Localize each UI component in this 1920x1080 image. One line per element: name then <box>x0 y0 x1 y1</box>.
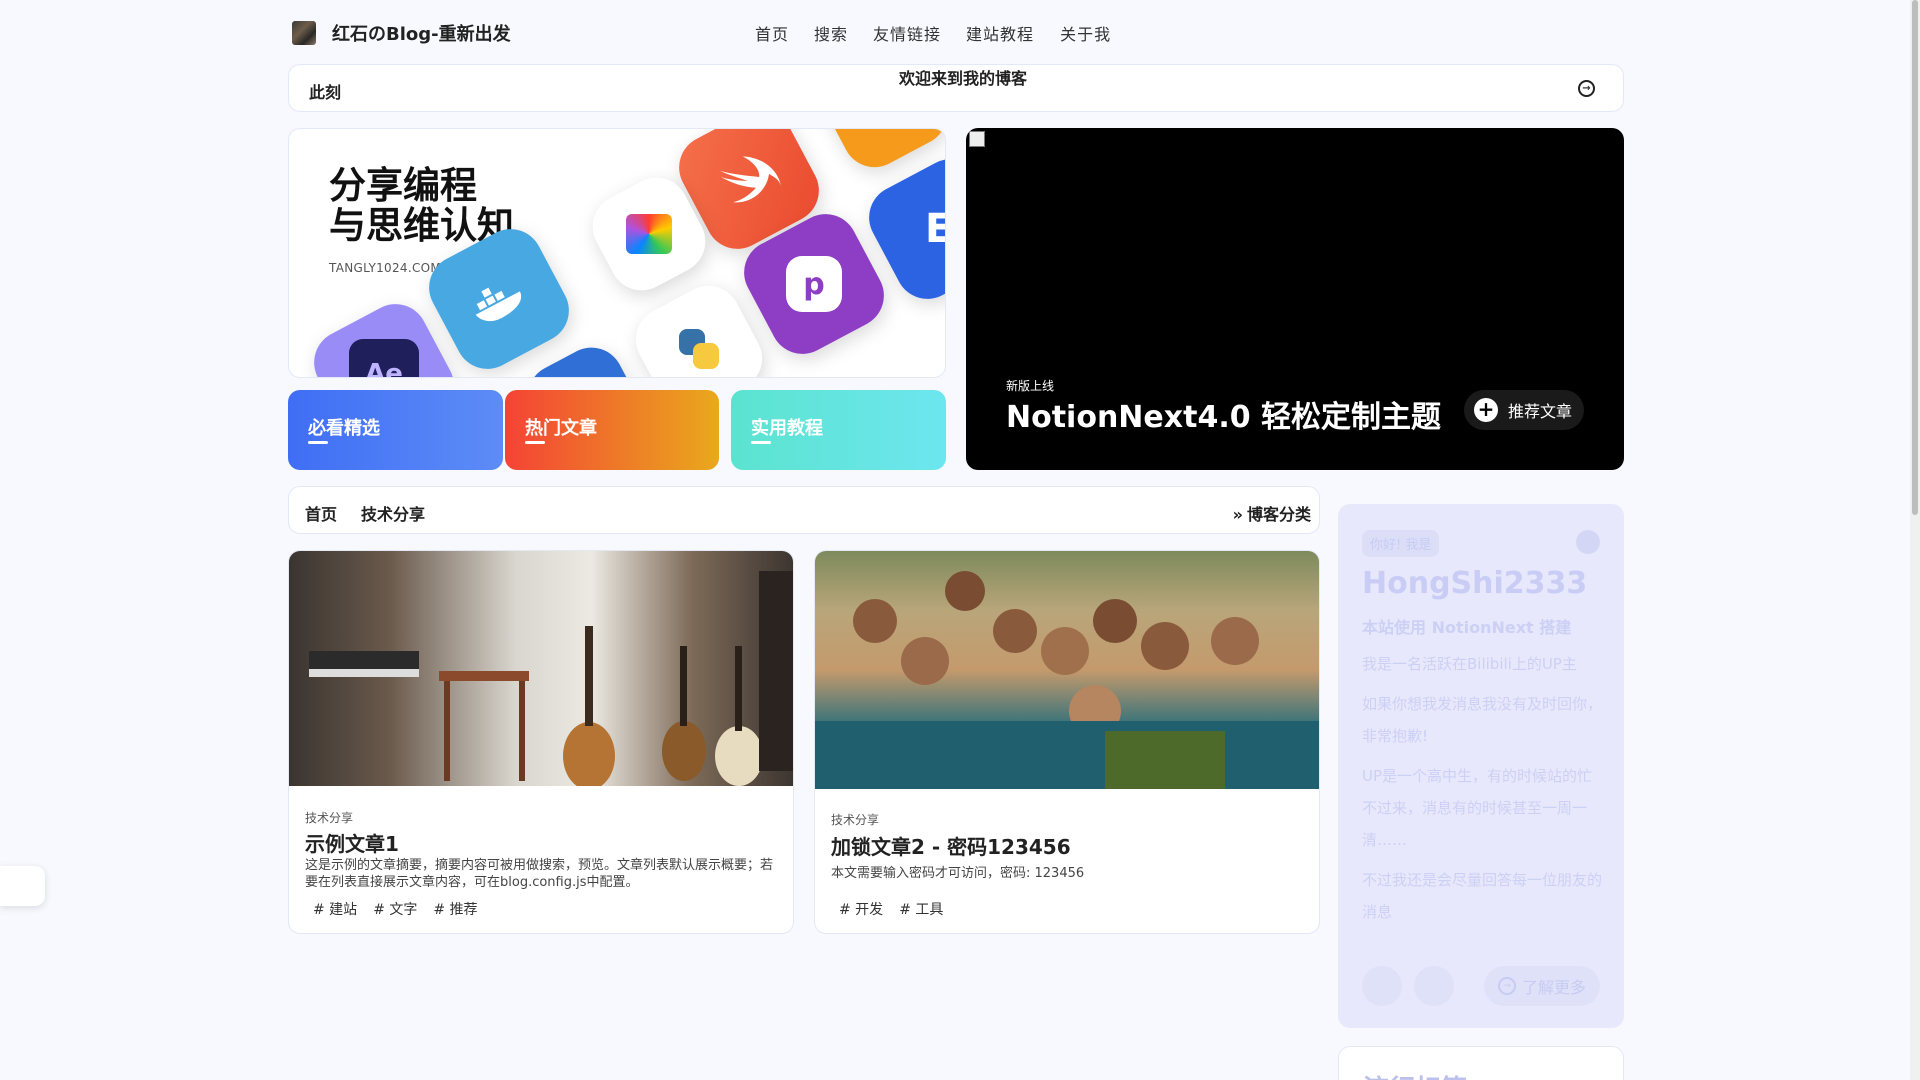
post-title[interactable]: 加锁文章2 - 密码123456 <box>831 831 1071 860</box>
category-must-read[interactable]: 必看精选 <box>288 390 503 470</box>
recommended-articles-button[interactable]: + 推荐文章 <box>1464 390 1584 430</box>
profile-paragraph: 如果你想我发消息我没有及时回你，非常抱歉! <box>1362 695 1603 745</box>
post-tags: # 开发 # 工具 <box>839 899 943 919</box>
page-scrollbar[interactable] <box>1910 0 1920 1080</box>
post-tag[interactable]: # 工具 <box>899 899 943 919</box>
post-category[interactable]: 技术分享 <box>831 811 879 828</box>
post-summary: 本文需要输入密码才可访问，密码: 123456 <box>831 866 1085 881</box>
site-title: 红石のBlog-重新出发 <box>332 24 511 45</box>
scrollbar-thumb[interactable] <box>1912 0 1918 515</box>
category-must-read-label: 必看精选 <box>308 418 380 439</box>
announcement-text: 欢迎来到我的博客 <box>899 69 1028 88</box>
catbar-home[interactable]: 首页 <box>305 501 337 525</box>
banner-subtitle: TANGLY1024.COM <box>329 261 442 275</box>
post-summary: 这是示例的文章摘要，摘要内容可被用做搜索，预览。文章列表默认展示概要；若要在列表… <box>305 858 774 890</box>
profile-greeting: 你好! 我是 <box>1362 530 1440 557</box>
post-tag[interactable]: # 开发 <box>839 899 883 919</box>
category-tutorials-label: 实用教程 <box>751 418 823 439</box>
floating-tools-button[interactable] <box>0 866 45 906</box>
plus-icon: + <box>1474 398 1498 422</box>
broken-image-icon <box>969 131 985 147</box>
post-card[interactable]: 技术分享 加锁文章2 - 密码123456 本文需要输入密码才可访问，密码: 1… <box>814 550 1320 934</box>
post-tags: # 建站 # 文字 # 推荐 <box>313 899 478 919</box>
category-underline <box>308 441 328 444</box>
post-title[interactable]: 示例文章1 <box>305 828 399 857</box>
category-underline <box>751 441 771 444</box>
popular-tags-title: 流行标签 <box>1363 1069 1467 1080</box>
featured-title: NotionNext4.0 轻松定制主题 <box>1006 400 1442 435</box>
recommended-articles-label: 推荐文章 <box>1508 402 1573 421</box>
nav-about-label: 关于我 <box>1060 25 1112 44</box>
learn-more-button[interactable]: → 了解更多 <box>1484 966 1600 1006</box>
category-bar: 首页 技术分享 » 博客分类 <box>288 486 1320 534</box>
profile-paragraph: 我是一名活跃在Bilibili上的UP主 <box>1362 655 1577 673</box>
double-chevron-right-icon: » <box>1232 505 1244 524</box>
banner-title-line-1: 分享编程 <box>329 164 477 207</box>
catbar-tech-share[interactable]: 技术分享 <box>361 501 425 525</box>
main-nav: 首页 搜索 友情链接 建站教程 关于我 <box>755 21 1136 45</box>
profile-paragraph: UP是一个高中生，有的时候站的忙不过来，消息有的时候甚至一周一清…… <box>1362 767 1593 849</box>
post-cover-image <box>815 551 1319 789</box>
social-link-icon[interactable] <box>1414 966 1454 1006</box>
nav-search[interactable]: 搜索 <box>814 21 848 45</box>
banner-title: 分享编程 与思维认知 <box>329 166 514 246</box>
author-profile-card: 你好! 我是 HongShi2333 本站使用 NotionNext 搭建 我是… <box>1338 504 1624 1028</box>
nav-tutorial[interactable]: 建站教程 <box>966 21 1034 45</box>
nav-friend-links[interactable]: 友情链接 <box>873 21 941 45</box>
top-header: 红石のBlog-重新出发 首页 搜索 友情链接 建站教程 关于我 <box>0 0 1910 62</box>
blog-categories-label: 博客分类 <box>1246 505 1311 524</box>
hero-banner[interactable]: 分享编程 与思维认知 TANGLY1024.COM E p Ae <box>288 128 946 378</box>
wave-hand-icon <box>1576 530 1600 554</box>
profile-paragraph: 不过我还是会尽量回答每一位朋友的消息 <box>1362 871 1603 921</box>
arrow-right-circle-icon[interactable]: → <box>1578 80 1595 97</box>
site-logo-link[interactable]: 红石のBlog-重新出发 <box>292 20 511 46</box>
category-underline <box>525 441 545 444</box>
blog-categories-link[interactable]: » 博客分类 <box>1233 501 1311 525</box>
nav-about[interactable]: 关于我 <box>1059 21 1111 45</box>
category-hot-articles[interactable]: 热门文章 <box>505 390 719 470</box>
site-logo-image <box>292 21 316 45</box>
post-tag[interactable]: # 文字 <box>373 899 417 919</box>
post-tag[interactable]: # 建站 <box>313 899 357 919</box>
category-tutorials[interactable]: 实用教程 <box>731 390 946 470</box>
profile-tagline: 本站使用 NotionNext 搭建 <box>1362 618 1572 637</box>
popular-tags-card: 流行标签 <box>1338 1046 1624 1080</box>
featured-post[interactable]: 新版上线 NotionNext4.0 轻松定制主题 + 推荐文章 <box>966 128 1624 470</box>
post-category[interactable]: 技术分享 <box>305 809 353 826</box>
profile-name: HongShi2333 <box>1362 566 1588 601</box>
learn-more-label: 了解更多 <box>1522 978 1587 997</box>
social-link-icon[interactable] <box>1362 966 1402 1006</box>
post-card[interactable]: 技术分享 示例文章1 这是示例的文章摘要，摘要内容可被用做搜索，预览。文章列表默… <box>288 550 794 934</box>
arrow-right-circle-icon: → <box>1498 977 1516 995</box>
post-cover-image <box>289 551 793 786</box>
category-hot-articles-label: 热门文章 <box>525 418 597 439</box>
post-tag[interactable]: # 推荐 <box>433 899 477 919</box>
announcement-bar[interactable]: 此刻 欢迎来到我的博客 → <box>288 64 1624 112</box>
announcement-label: 此刻 <box>309 83 342 102</box>
nav-home[interactable]: 首页 <box>755 21 789 45</box>
